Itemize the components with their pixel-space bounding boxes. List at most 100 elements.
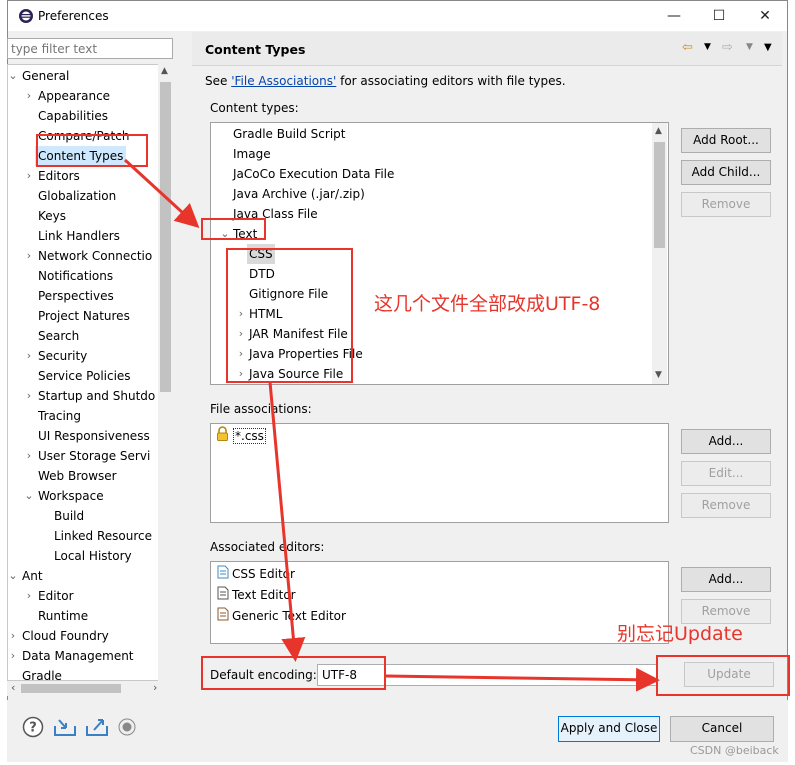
tree-item-search[interactable]: Search [38,326,79,346]
tree-item-project-natures[interactable]: Project Natures [38,306,130,326]
minimize-button[interactable]: — [660,5,688,27]
annotation-note-update: 别忘记Update [617,623,743,645]
page-header: Content Types ⇦ ▼ ⇨ ▼ ▼ [192,32,782,66]
svg-text:?: ? [29,721,37,736]
tree-collapsed-chevron-icon[interactable]: › [8,626,18,646]
tree-item-tracing[interactable]: Tracing [38,406,81,426]
watermark: CSDN @beiback [690,744,779,757]
tree-collapsed-chevron-icon[interactable]: › [24,446,34,466]
content-type-java-archive-jar-zip[interactable]: Java Archive (.jar/.zip) [233,184,365,204]
tree-item-keys[interactable]: Keys [38,206,66,226]
tree-item-ant[interactable]: Ant [22,566,43,586]
tree-hscroll-thumb[interactable] [21,684,121,693]
scroll-left-icon[interactable]: ‹ [11,681,15,694]
content-type-gradle-build-script[interactable]: Gradle Build Script [233,124,345,144]
tree-horizontal-scrollbar[interactable]: ‹ › [7,681,173,696]
associated-editors-label: Associated editors: [210,540,325,554]
content-type-jacoco-execution-data-file[interactable]: JaCoCo Execution Data File [233,164,394,184]
ct-scroll-down-icon[interactable]: ▼ [655,370,662,380]
add-child-button[interactable]: Add Child... [681,160,771,185]
tree-item-linked-resource[interactable]: Linked Resource [54,526,152,546]
tree-item-cloud-foundry[interactable]: Cloud Foundry [22,626,109,646]
tree-item-general[interactable]: General [22,66,69,86]
tree-collapsed-chevron-icon[interactable]: › [8,646,18,666]
add-file-association-button[interactable]: Add... [681,429,771,454]
cancel-button[interactable]: Cancel [670,716,774,742]
file-association-item[interactable]: *.css [216,426,266,446]
file-association-label: *.css [233,428,266,444]
tree-item-build[interactable]: Build [54,506,84,526]
tree-collapsed-chevron-icon[interactable]: › [24,246,34,266]
annotation-note-files: 这几个文件全部改成UTF-8 [374,293,601,315]
maximize-button[interactable]: ☐ [705,5,733,27]
tree-expanded-chevron-icon[interactable]: ⌄ [8,66,18,86]
forward-dropdown-icon[interactable]: ▼ [746,42,753,52]
tree-item-ui-responsiveness[interactable]: UI Responsiveness [38,426,150,446]
tree-item-editors[interactable]: Editors [38,166,80,186]
see-prefix: See [205,74,232,88]
file-associations-link[interactable]: 'File Associations' [231,74,336,88]
tree-scroll-thumb[interactable] [160,82,171,392]
associated-editor-item[interactable]: Text Editor [217,585,296,605]
tree-item-security[interactable]: Security [38,346,87,366]
add-editor-button[interactable]: Add... [681,567,771,592]
forward-arrow-icon[interactable]: ⇨ [722,40,733,55]
tree-collapsed-chevron-icon[interactable]: › [24,166,34,186]
back-dropdown-icon[interactable]: ▼ [704,42,711,52]
file-associations-list[interactable]: *.css [210,423,669,523]
tree-item-notifications[interactable]: Notifications [38,266,113,286]
tree-item-startup-and-shutdo[interactable]: Startup and Shutdo [38,386,155,406]
edit-file-association-button[interactable]: Edit... [681,461,771,486]
filter-input[interactable] [7,38,173,59]
tree-item-web-browser[interactable]: Web Browser [38,466,117,486]
remove-content-type-button[interactable]: Remove [681,192,771,217]
tree-collapsed-chevron-icon[interactable]: › [24,386,34,406]
help-icon[interactable]: ? [22,716,44,741]
remove-file-association-button[interactable]: Remove [681,493,771,518]
ct-scroll-up-icon[interactable]: ▲ [655,126,662,136]
associated-editors-list[interactable]: CSS Editor Text Editor Generic Text Editor [210,561,669,644]
title-bar: Preferences — ☐ ✕ [8,1,787,31]
record-icon[interactable] [118,718,136,739]
text-editor-icon [217,586,229,606]
eclipse-icon [18,8,34,27]
tree-item-gradle[interactable]: Gradle [22,666,62,680]
tree-item-perspectives[interactable]: Perspectives [38,286,114,306]
tree-collapsed-chevron-icon[interactable]: › [24,586,34,606]
tree-scroll-up-icon[interactable]: ▲ [161,66,168,76]
tree-item-workspace[interactable]: Workspace [38,486,104,506]
content-types-label: Content types: [210,101,299,115]
tree-collapsed-chevron-icon[interactable]: › [24,86,34,106]
import-icon[interactable] [53,716,77,741]
close-button[interactable]: ✕ [751,5,779,27]
associated-editor-item[interactable]: Generic Text Editor [217,606,346,626]
tree-expanded-chevron-icon[interactable]: ⌄ [24,486,34,506]
tree-item-appearance[interactable]: Appearance [38,86,110,106]
tree-item-globalization[interactable]: Globalization [38,186,116,206]
tree-item-capabilities[interactable]: Capabilities [38,106,108,126]
export-icon[interactable] [85,716,109,741]
apply-and-close-button[interactable]: Apply and Close [558,716,660,742]
view-menu-icon[interactable]: ▼ [764,42,772,53]
tree-collapsed-chevron-icon[interactable]: › [24,346,34,366]
tree-item-editor[interactable]: Editor [38,586,74,606]
tree-item-network-connectio[interactable]: Network Connectio [38,246,152,266]
annotation-box-update [656,655,790,696]
associated-editor-item[interactable]: CSS Editor [217,564,295,584]
associated-editor-label: CSS Editor [232,567,295,581]
back-arrow-icon[interactable]: ⇦ [682,40,693,55]
tree-item-data-management[interactable]: Data Management [22,646,134,666]
tree-expanded-chevron-icon[interactable]: ⌄ [8,566,18,586]
css-editor-icon [217,565,229,585]
content-type-image[interactable]: Image [233,144,271,164]
tree-item-link-handlers[interactable]: Link Handlers [38,226,120,246]
see-suffix: for associating editors with file types. [336,74,566,88]
tree-item-user-storage-servi[interactable]: User Storage Servi [38,446,150,466]
scroll-right-icon[interactable]: › [153,681,157,694]
tree-item-service-policies[interactable]: Service Policies [38,366,131,386]
content-types-scroll-thumb[interactable] [654,142,665,248]
tree-item-local-history[interactable]: Local History [54,546,132,566]
annotation-box-text [201,218,266,240]
add-root-button[interactable]: Add Root... [681,128,771,153]
tree-item-runtime[interactable]: Runtime [38,606,88,626]
